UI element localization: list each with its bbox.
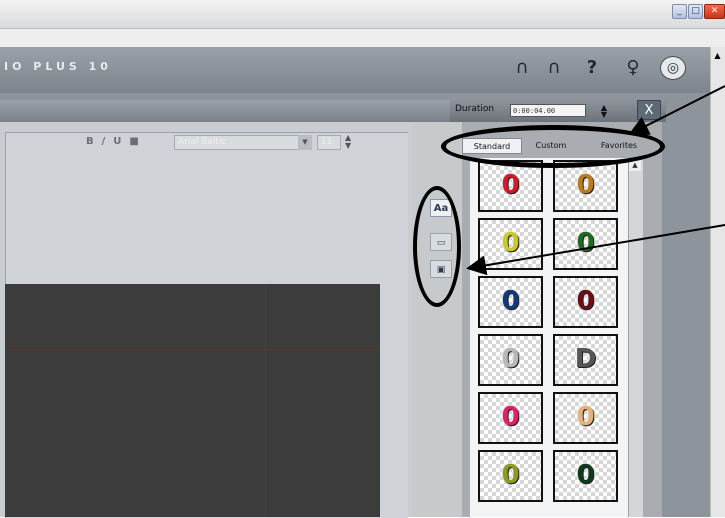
callout-arrows	[466, 85, 725, 276]
arrow-to-tabs	[628, 85, 725, 135]
arrow-to-side-tabs	[466, 224, 725, 276]
